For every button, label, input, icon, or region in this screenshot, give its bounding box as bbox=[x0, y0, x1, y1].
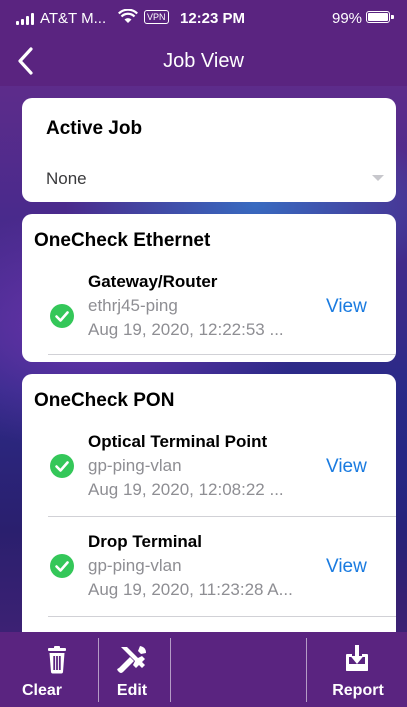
job-test: gp-ping-vlan bbox=[88, 556, 182, 575]
status-time: 12:23 PM bbox=[180, 10, 246, 27]
toolbar-divider bbox=[170, 638, 171, 702]
job-test: ethrj45-ping bbox=[88, 296, 178, 315]
edit-label: Edit bbox=[116, 682, 148, 699]
trash-icon bbox=[48, 646, 66, 674]
check-circle-icon bbox=[50, 304, 74, 328]
toolbar-divider bbox=[306, 638, 307, 702]
divider bbox=[48, 616, 396, 617]
report-label: Report bbox=[332, 682, 384, 699]
download-box-icon bbox=[346, 645, 368, 671]
carrier-group: AT&T M... bbox=[16, 10, 106, 27]
job-name: Optical Terminal Point bbox=[88, 432, 268, 451]
active-job-select[interactable]: None bbox=[22, 156, 396, 202]
section-title: OneCheck Ethernet bbox=[34, 230, 211, 251]
view-button[interactable]: View bbox=[326, 556, 367, 578]
check-circle-icon bbox=[50, 454, 74, 478]
active-job-value: None bbox=[46, 169, 87, 188]
view-button[interactable]: View bbox=[326, 456, 367, 478]
nav-bar: Job View bbox=[0, 36, 407, 86]
toolbar-divider bbox=[98, 638, 99, 702]
job-time: Aug 19, 2020, 11:23:28 A... bbox=[88, 580, 293, 599]
report-button[interactable]: Report bbox=[318, 632, 398, 707]
job-time: Aug 19, 2020, 12:08:22 ... bbox=[88, 480, 284, 499]
chevron-down-icon bbox=[372, 175, 384, 181]
job-test: gp-ping-vlan bbox=[88, 456, 182, 475]
section-title: OneCheck PON bbox=[34, 390, 175, 411]
page-title: Job View bbox=[163, 50, 244, 72]
view-button[interactable]: View bbox=[326, 296, 367, 318]
section-card-pon: OneCheck PON Optical Terminal Point gp-p… bbox=[22, 374, 396, 654]
battery-percent: 99% bbox=[332, 10, 363, 27]
wifi-icon bbox=[118, 8, 138, 28]
job-name: Gateway/Router bbox=[88, 272, 218, 291]
list-item[interactable]: Gateway/Router ethrj45-ping Aug 19, 2020… bbox=[22, 266, 396, 362]
job-time: Aug 19, 2020, 12:22:53 ... bbox=[88, 320, 284, 339]
list-item[interactable]: Drop Terminal gp-ping-vlan Aug 19, 2020,… bbox=[22, 528, 396, 628]
tools-icon bbox=[117, 646, 146, 673]
divider bbox=[48, 354, 396, 355]
app-screen: AT&T M... VPN 12:23 PM 99% Job View Acti… bbox=[0, 0, 407, 707]
clear-label: Clear bbox=[21, 682, 63, 699]
check-circle-icon bbox=[50, 554, 74, 578]
bottom-toolbar: Clear Edit Report bbox=[0, 632, 407, 707]
signal-icon bbox=[16, 12, 34, 25]
edit-button[interactable]: Edit bbox=[100, 632, 170, 707]
status-bar: AT&T M... VPN 12:23 PM 99% bbox=[0, 0, 407, 36]
job-name: Drop Terminal bbox=[88, 532, 202, 551]
carrier-label: AT&T M... bbox=[40, 10, 107, 27]
list-item[interactable]: Optical Terminal Point gp-ping-vlan Aug … bbox=[22, 428, 396, 528]
divider bbox=[48, 516, 396, 517]
vpn-badge: VPN bbox=[144, 10, 169, 24]
clear-button[interactable]: Clear bbox=[20, 632, 92, 707]
section-card-ethernet: OneCheck Ethernet Gateway/Router ethrj45… bbox=[22, 214, 396, 362]
active-job-title: Active Job bbox=[46, 118, 143, 139]
battery-icon bbox=[366, 11, 394, 23]
active-job-card: Active Job None bbox=[22, 98, 396, 202]
